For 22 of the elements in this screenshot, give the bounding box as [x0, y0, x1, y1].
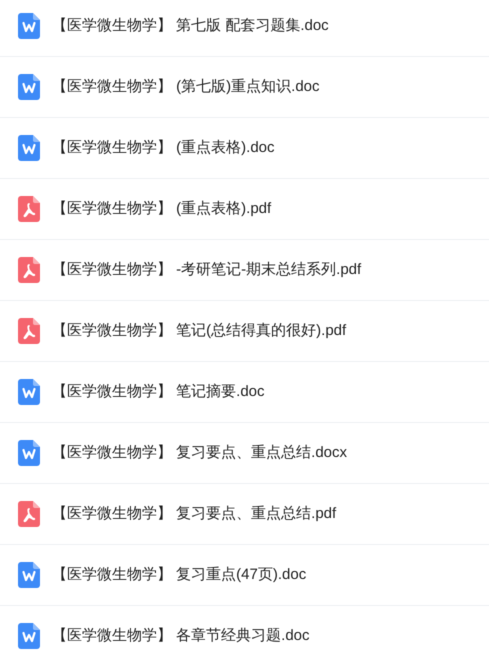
file-name[interactable]: 【医学微生物学】 笔记摘要.doc	[52, 380, 265, 404]
pdf-document-icon	[18, 318, 40, 344]
file-name[interactable]: 【医学微生物学】 复习重点(47页).doc	[52, 564, 306, 586]
file-name[interactable]: 【医学微生物学】 (重点表格).pdf	[52, 198, 272, 220]
word-document-icon	[18, 440, 40, 466]
file-name[interactable]: 【医学微生物学】 笔记(总结得真的很好).pdf	[52, 320, 346, 342]
file-name[interactable]: 【医学微生物学】 各章节经典习题.doc	[52, 624, 310, 648]
word-document-icon	[18, 74, 40, 100]
pdf-document-icon	[18, 501, 40, 527]
pdf-document-icon	[18, 196, 40, 222]
pdf-document-icon	[18, 257, 40, 283]
file-name[interactable]: 【医学微生物学】 (第七版)重点知识.doc	[52, 76, 320, 98]
file-name[interactable]: 【医学微生物学】 第七版 配套习题集.doc	[52, 14, 329, 38]
word-document-icon	[18, 562, 40, 588]
word-document-icon	[18, 623, 40, 649]
word-document-icon	[18, 135, 40, 161]
word-document-icon	[18, 379, 40, 405]
word-document-icon	[18, 13, 40, 39]
file-name[interactable]: 【医学微生物学】 -考研笔记-期末总结系列.pdf	[52, 258, 362, 282]
file-name[interactable]: 【医学微生物学】 (重点表格).doc	[52, 136, 275, 160]
file-name[interactable]: 【医学微生物学】 复习要点、重点总结.pdf	[52, 502, 336, 526]
file-name[interactable]: 【医学微生物学】 复习要点、重点总结.docx	[52, 442, 348, 464]
